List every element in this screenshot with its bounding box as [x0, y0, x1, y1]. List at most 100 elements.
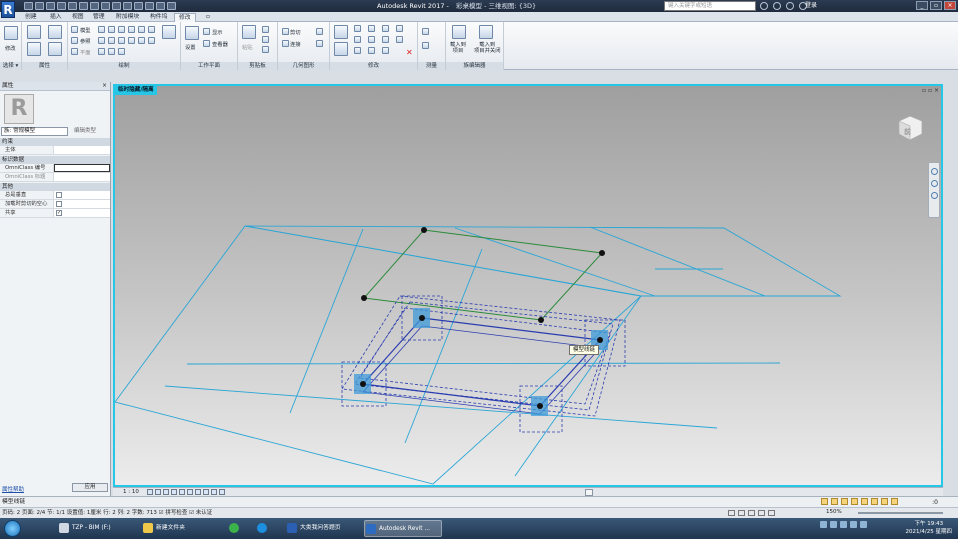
circle-icon[interactable] [128, 26, 135, 33]
section-identity[interactable]: 标识数据 [0, 156, 110, 164]
modify-button[interactable]: 修改 [5, 44, 16, 52]
paste-icon[interactable] [242, 25, 256, 39]
redo-icon[interactable] [57, 2, 66, 10]
tab-manage[interactable]: 管理 [93, 13, 105, 22]
dimension-icon[interactable] [422, 42, 429, 49]
crop-region-icon[interactable] [194, 489, 201, 495]
revit-app-button[interactable]: R [1, 1, 15, 18]
reference-button[interactable]: 参照 [80, 37, 91, 45]
print-icon[interactable] [68, 2, 77, 10]
minimize-button[interactable]: _ [916, 1, 928, 10]
join-geometry-icon[interactable] [282, 40, 289, 47]
taskbar-item-wechat[interactable] [228, 520, 248, 537]
ref-plane-icon[interactable] [71, 48, 78, 55]
fullscreen-icon[interactable] [738, 510, 745, 516]
network-icon[interactable] [820, 521, 827, 528]
select-pinned-icon[interactable] [861, 498, 868, 505]
align-icon[interactable] [334, 25, 348, 39]
pan-icon[interactable] [930, 192, 938, 199]
viewcube-icon[interactable]: 前 [895, 112, 925, 142]
omniclass-number-field[interactable] [54, 164, 110, 172]
scale-icon[interactable] [382, 47, 389, 54]
security-icon[interactable] [860, 521, 867, 528]
taskbar-item-revit[interactable]: Autodesk Revit ... [364, 520, 442, 537]
array-icon[interactable] [382, 36, 389, 43]
arc-tangent-icon[interactable] [118, 37, 125, 44]
zoom-level[interactable]: 150% [826, 509, 856, 517]
cope-icon[interactable] [316, 28, 323, 35]
tab-view[interactable]: 视图 [72, 13, 84, 22]
select-underlay-icon[interactable] [851, 498, 858, 505]
show-button[interactable]: 显示 [212, 28, 223, 36]
volume-icon[interactable] [830, 521, 837, 528]
always-vertical-checkbox[interactable] [56, 192, 62, 198]
sun-path-icon[interactable] [162, 489, 169, 495]
fillet-arc-icon[interactable] [128, 37, 135, 44]
polygon-icon[interactable] [118, 26, 125, 33]
cut-with-voids-checkbox[interactable] [56, 201, 62, 207]
properties-help-link[interactable]: 属性帮助 [2, 485, 24, 493]
family-type-selector[interactable]: 族: 常规模型 [1, 127, 68, 136]
hatch-icon[interactable] [162, 25, 176, 39]
load-into-project-icon[interactable] [452, 25, 466, 39]
text-icon[interactable] [101, 2, 110, 10]
shadows-icon[interactable] [170, 489, 177, 495]
zoom-icon[interactable] [930, 180, 938, 187]
show-icon[interactable] [203, 28, 210, 35]
search-input[interactable]: 键入关键字或短语 [664, 1, 756, 11]
pin-icon[interactable] [396, 25, 403, 32]
set-workplane-icon[interactable] [185, 26, 199, 40]
notification-icon[interactable] [850, 521, 857, 528]
lock-view-icon[interactable] [202, 489, 209, 495]
binoculars-icon[interactable] [760, 2, 768, 10]
viewer-button[interactable]: 查看器 [212, 40, 228, 48]
render-icon[interactable] [178, 489, 185, 495]
tab-insert[interactable]: 插入 [50, 13, 62, 22]
leg-point[interactable] [419, 315, 425, 321]
frame-rail-lower[interactable] [362, 325, 601, 415]
steering-wheel-icon[interactable] [930, 168, 938, 175]
copy-icon[interactable] [262, 26, 269, 33]
tab-create[interactable]: 创建 [25, 13, 37, 22]
rotate-icon[interactable] [368, 36, 375, 43]
reveal-hidden-icon[interactable] [218, 489, 225, 495]
tab-modify[interactable]: 修改 [174, 13, 196, 22]
sketch-vertex[interactable] [361, 295, 367, 301]
view-window-controls[interactable]: ▫ ▫ × [922, 87, 939, 94]
outline-icon[interactable] [758, 510, 765, 516]
unpin-icon[interactable] [396, 36, 403, 43]
panel-label[interactable]: 选择 ▾ [0, 62, 21, 70]
family-types-icon[interactable] [27, 42, 41, 56]
load-close-icon[interactable] [479, 25, 493, 39]
print-layout-icon[interactable] [728, 510, 735, 516]
table-legs[interactable] [354, 308, 608, 416]
inscribed-polygon-icon[interactable] [138, 26, 145, 33]
measure-distance-icon[interactable] [422, 28, 429, 35]
close-button[interactable]: × [944, 1, 956, 10]
taskbar-item-browser[interactable] [256, 520, 276, 537]
view-scale[interactable]: 1 : 10 [123, 489, 139, 495]
ime-icon[interactable] [840, 521, 847, 528]
sketch-outline[interactable] [362, 229, 604, 321]
frame-rail[interactable] [361, 317, 602, 407]
leg-point[interactable] [360, 381, 366, 387]
zoom-slider[interactable] [858, 512, 943, 514]
offset-icon[interactable] [354, 25, 361, 32]
visual-style-icon[interactable] [154, 489, 161, 495]
set-button[interactable]: 设置 [185, 43, 196, 51]
tab-extra[interactable]: ▫ [206, 13, 210, 22]
subscription-icon[interactable] [773, 2, 781, 10]
login-link[interactable]: 登录 [805, 0, 817, 12]
customize-icon[interactable] [167, 2, 176, 10]
load-close-button[interactable]: 载入到 项目并关闭 [474, 42, 501, 54]
line-icon[interactable] [98, 26, 105, 33]
tag-icon[interactable] [90, 2, 99, 10]
select-links-icon[interactable] [841, 498, 848, 505]
tab-addins[interactable]: 附加模块 [116, 13, 139, 22]
3d-icon[interactable] [112, 2, 121, 10]
horizontal-scroll-thumb[interactable] [585, 488, 593, 496]
join-button[interactable]: 连接 [290, 40, 301, 48]
leg-point[interactable] [537, 403, 543, 409]
apply-button[interactable]: 应用 [72, 483, 108, 492]
model-button[interactable]: 模型 [80, 26, 91, 34]
